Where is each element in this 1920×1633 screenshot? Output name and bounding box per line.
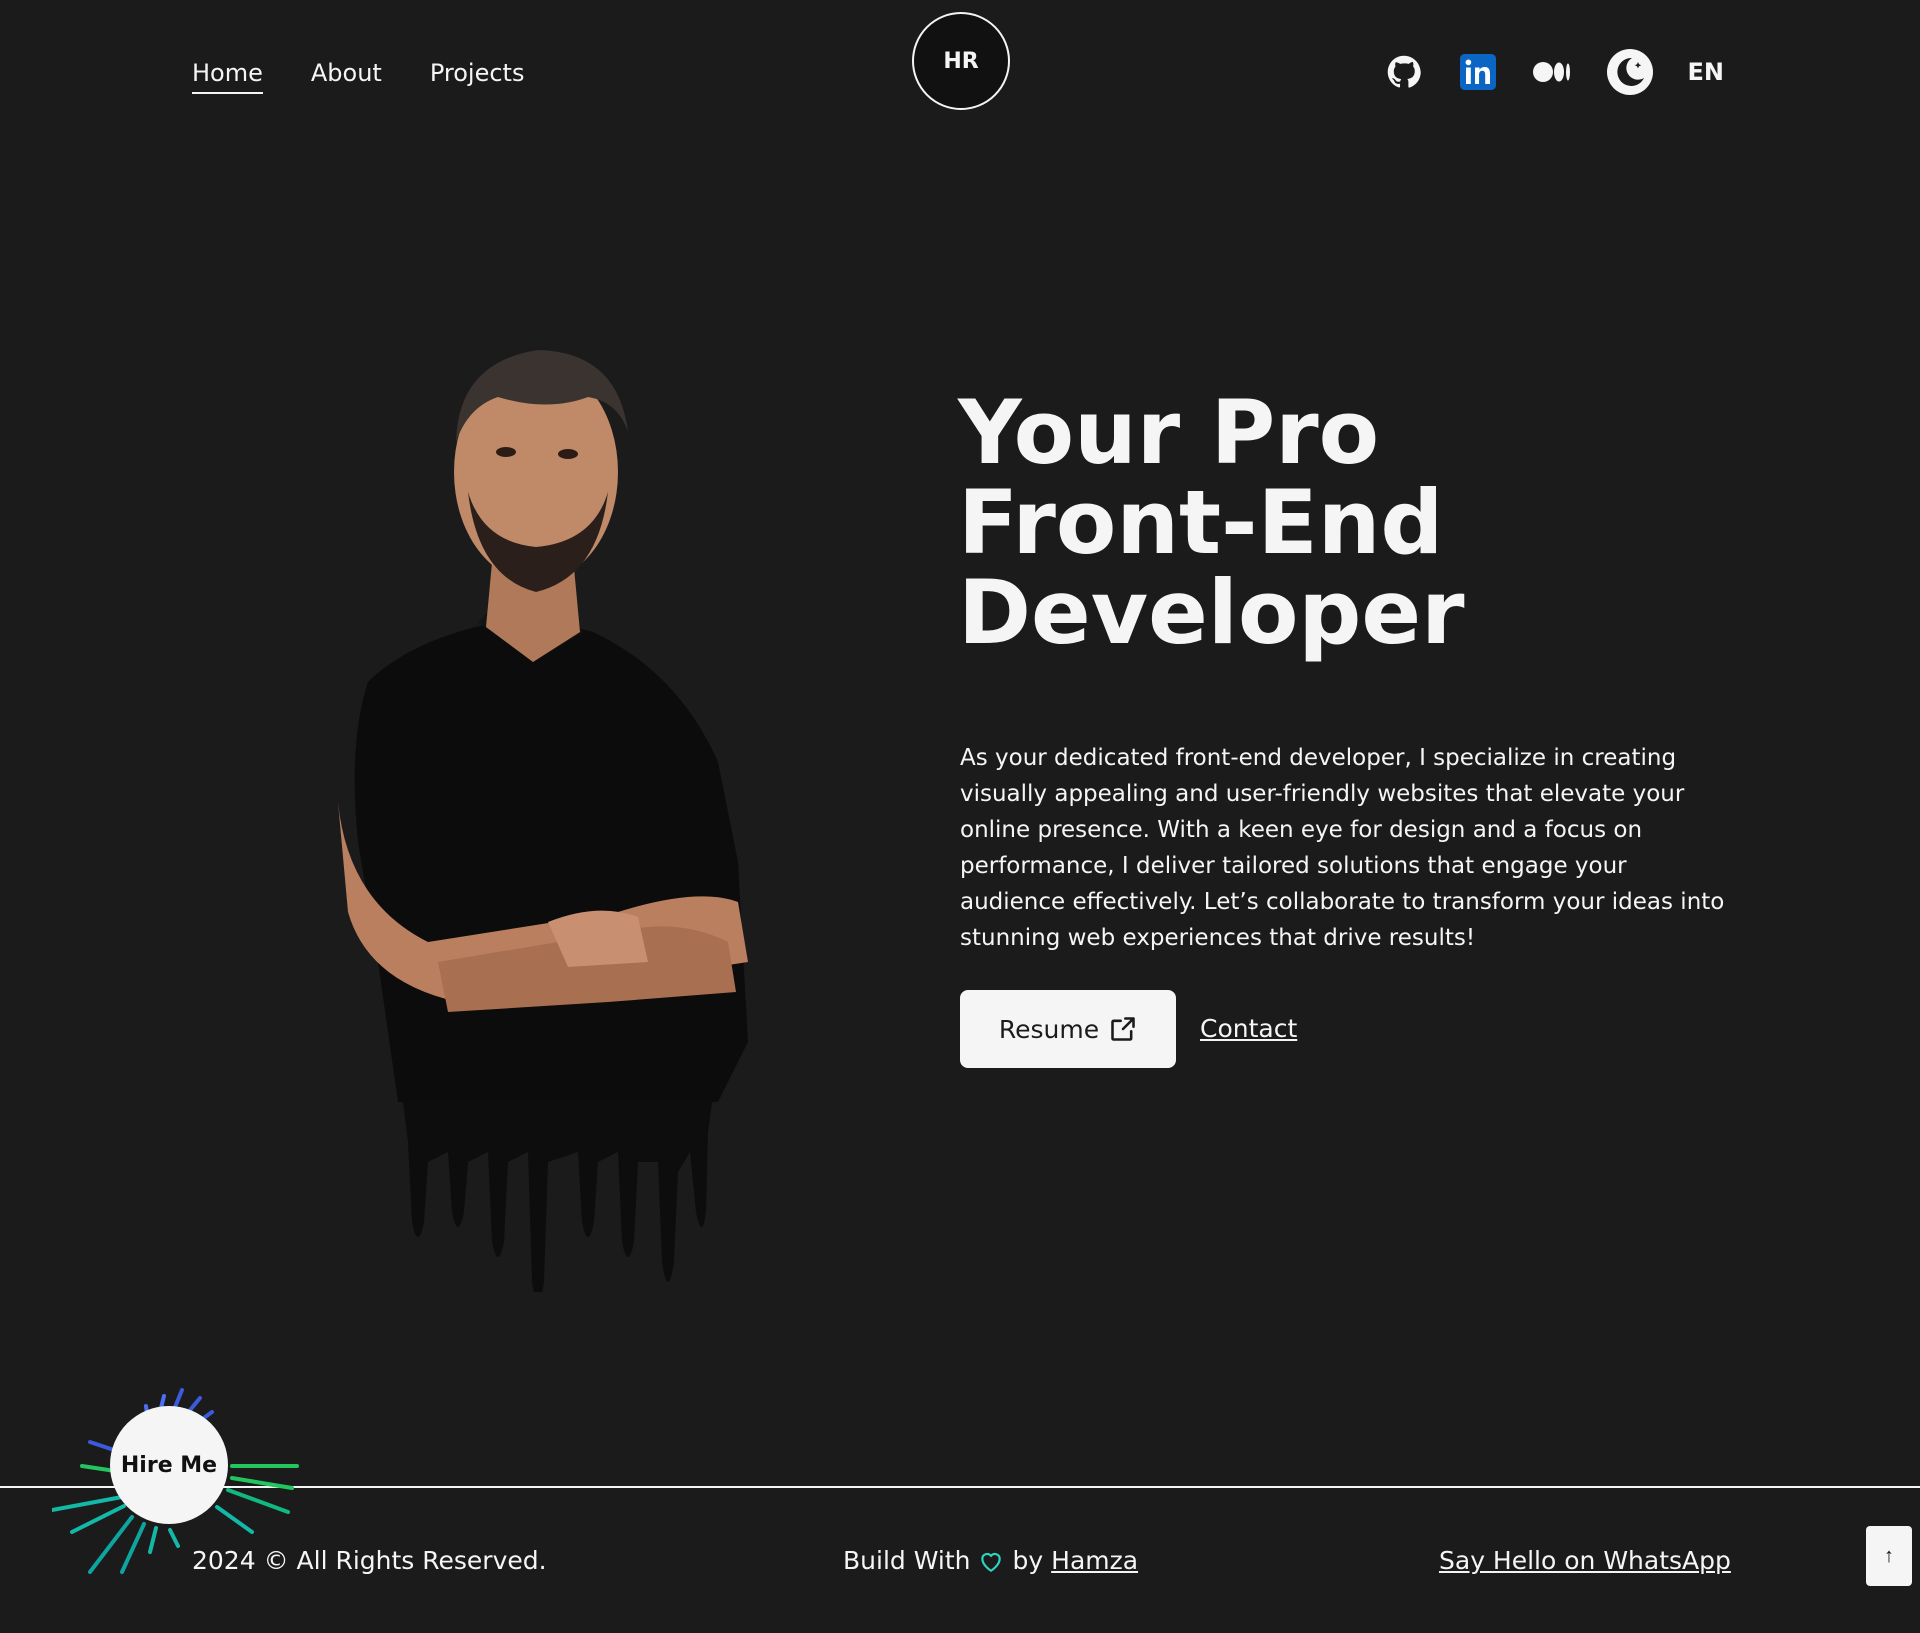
resume-label: Resume — [998, 1014, 1100, 1044]
footer-build-with: Build With by Hamza — [843, 1546, 1138, 1575]
linkedin-icon[interactable] — [1458, 52, 1498, 92]
page: Home About Projects HR EN Your Pro Front… — [0, 0, 1920, 1633]
heart-icon — [981, 1552, 1002, 1572]
whatsapp-link[interactable]: Say Hello on WhatsApp — [1439, 1546, 1731, 1575]
github-icon[interactable] — [1384, 52, 1424, 92]
external-link-icon — [1111, 1017, 1135, 1041]
hero-description: As your dedicated front-end developer, I… — [960, 745, 1725, 951]
logo-initials: HR — [943, 48, 979, 74]
contact-link[interactable]: Contact — [1200, 1014, 1297, 1043]
scroll-to-top-button[interactable]: ↑ — [1866, 1526, 1912, 1586]
resume-button[interactable]: Resume — [960, 990, 1176, 1068]
theme-toggle-icon[interactable] — [1606, 48, 1654, 96]
footer-copyright: 2024 © All Rights Reserved. — [192, 1546, 547, 1575]
language-switch[interactable]: EN — [1688, 58, 1724, 86]
nav-projects-link[interactable]: Projects — [430, 58, 525, 94]
logo[interactable]: HR — [912, 12, 1010, 110]
hero-title: Your Pro Front-End Developer — [958, 388, 1464, 658]
nav-home-link[interactable]: Home — [192, 58, 263, 94]
medium-icon[interactable] — [1532, 52, 1572, 92]
build-with-text: Build With — [843, 1546, 971, 1575]
hero-title-line-2: Front-End — [958, 471, 1444, 574]
build-by-text: by — [1012, 1546, 1044, 1575]
hire-me-button[interactable]: Hire Me — [110, 1406, 228, 1524]
hero-title-line-1: Your Pro — [958, 381, 1380, 484]
hero-title-line-3: Developer — [958, 561, 1465, 664]
profile-photo — [338, 350, 748, 1292]
nav-about-link[interactable]: About — [311, 58, 382, 94]
author-link[interactable]: Hamza — [1051, 1546, 1138, 1575]
header-socials: EN — [1384, 48, 1724, 96]
main-nav: Home About Projects — [192, 58, 524, 94]
